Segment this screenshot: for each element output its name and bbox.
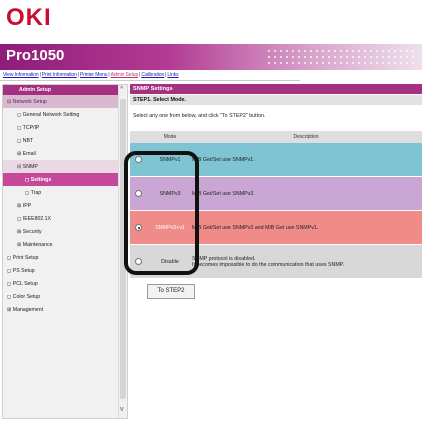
nav-link-links[interactable]: Links — [167, 72, 178, 78]
sidebar-item-tcpip[interactable]: ◻ TCP/IP — [3, 121, 127, 134]
page-title: SNMP Settings — [130, 84, 422, 94]
sidebar-item-pcl-setup[interactable]: ◻ PCL Setup — [3, 277, 127, 290]
model-banner: Pro1050 — [0, 44, 422, 70]
sidebar-item-ieee8021x[interactable]: ◻ IEEE802.1X — [3, 212, 127, 225]
scroll-down-icon[interactable]: v — [120, 406, 124, 413]
sidebar: Admin Setup ⊟ Network Setup ◻ General Ne… — [2, 84, 128, 419]
nav-link-admin-setup[interactable]: Admin Setup — [111, 72, 139, 78]
mode-table-header: Mode Description — [130, 131, 422, 143]
mode-description: SNMP protocol is disabled. It becomes im… — [192, 255, 345, 268]
sidebar-item-network-setup[interactable]: ⊟ Network Setup — [3, 95, 127, 108]
sidebar-admin-setup-header[interactable]: Admin Setup — [3, 85, 127, 95]
column-header-mode: Mode — [163, 134, 177, 140]
sidebar-item-snmp[interactable]: ⊟ SNMP — [3, 160, 127, 173]
to-step2-button[interactable]: To STEP2 — [147, 284, 195, 299]
sidebar-item-general-network-setting[interactable]: ◻ General Network Setting — [3, 108, 127, 121]
nav-link-view-information[interactable]: View Information — [3, 72, 39, 78]
instruction-text: Select any one from below, and click "To… — [133, 113, 266, 119]
step-heading: STEP1. Select Mode. — [130, 95, 422, 105]
sidebar-item-management[interactable]: ⊞ Management — [3, 303, 127, 316]
mode-description: MIB Get/Set use SNMPv3. — [192, 190, 255, 197]
nav-divider — [0, 80, 300, 81]
sidebar-item-color-setup[interactable]: ◻ Color Setup — [3, 290, 127, 303]
sidebar-item-ipp[interactable]: ⊞ IPP — [3, 199, 127, 212]
mode-description: MIB Get/Set use SNMPv3 and MIB Get use S… — [192, 224, 319, 231]
top-nav: View Information|Print Information|Print… — [3, 72, 179, 78]
mode-description: MIB Get/Set use SNMPv1. — [192, 156, 255, 163]
logo-bar: OKI — [0, 0, 422, 36]
highlight-callout — [124, 151, 199, 275]
oki-logo: OKI — [6, 4, 52, 31]
sidebar-item-maintenance[interactable]: ⊞ Maintenance — [3, 238, 127, 251]
dot-pattern-decoration — [266, 48, 416, 66]
nav-link-calibration[interactable]: Calibration — [141, 72, 164, 78]
scroll-up-icon[interactable]: ^ — [120, 86, 123, 93]
sidebar-item-trap[interactable]: ◻ Trap — [3, 186, 127, 199]
column-header-description: Description — [293, 134, 319, 140]
sidebar-item-print-setup[interactable]: ◻ Print Setup — [3, 251, 127, 264]
sidebar-item-settings[interactable]: ◻ Settings — [3, 173, 127, 186]
nav-link-printer-menu[interactable]: Printer Menu — [80, 72, 108, 78]
sidebar-item-nbt[interactable]: ◻ NBT — [3, 134, 127, 147]
sidebar-item-ps-setup[interactable]: ◻ PS Setup — [3, 264, 127, 277]
sidebar-item-security[interactable]: ⊞ Security — [3, 225, 127, 238]
sidebar-item-email[interactable]: ⊞ Email — [3, 147, 127, 160]
model-title: Pro1050 — [6, 47, 65, 64]
nav-link-print-information[interactable]: Print Information — [42, 72, 77, 78]
